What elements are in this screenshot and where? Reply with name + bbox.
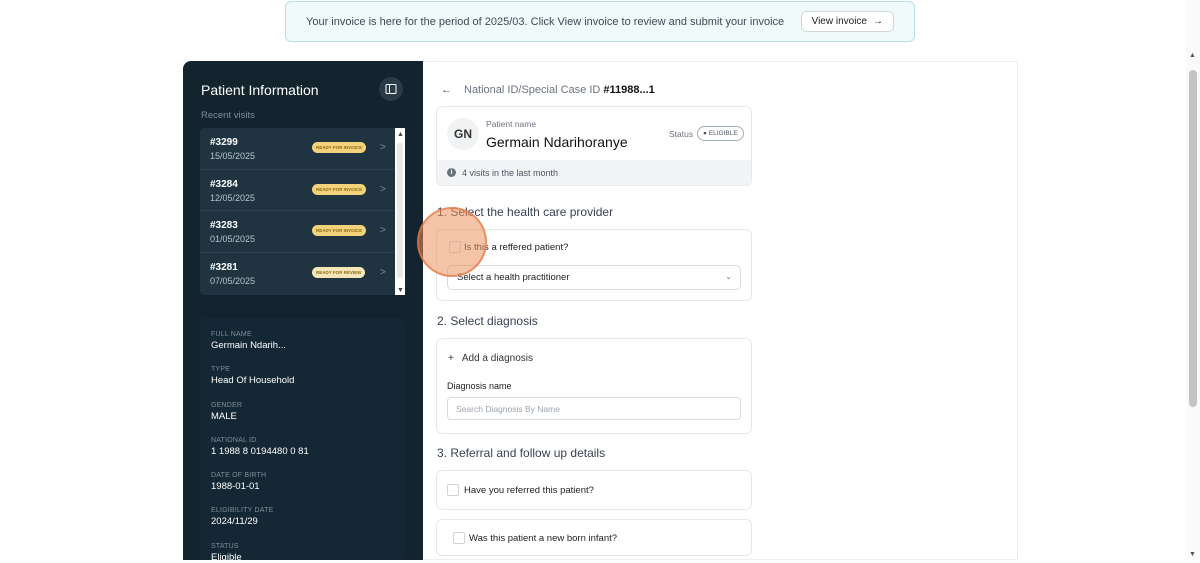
chevron-right-icon: >: [380, 225, 386, 236]
visit-date: 15/05/2025: [210, 151, 256, 161]
visit-id: #3281: [210, 261, 238, 273]
breadcrumb-prefix: National ID/Special Case ID: [464, 84, 601, 96]
detail-status: Status Eligible: [211, 543, 242, 563]
info-icon: i: [447, 168, 456, 177]
chevron-right-icon: >: [380, 266, 386, 278]
diagnosis-name-label: Diagnosis name: [447, 381, 512, 391]
visit-id: #3299: [210, 137, 238, 148]
patient-name-label: Patient name: [486, 119, 537, 129]
visit-item[interactable]: #3284 12/05/2025 READY FOR INVOICE >: [200, 170, 405, 211]
visit-status-badge: READY FOR INVOICE: [312, 142, 367, 153]
patient-card: GN Patient name Germain Ndarihoranye Sta…: [436, 106, 752, 186]
newborn-infant-label: Was this patient a new born infant?: [469, 533, 618, 544]
status-label: Status: [669, 129, 694, 139]
visit-status-badge: READY FOR INVOICE: [312, 183, 367, 195]
health-practitioner-select[interactable]: Select a health practitioner ⌄: [447, 265, 741, 290]
patient-sidebar: Patient Information Recent visits #3299 …: [183, 61, 423, 563]
visit-form: ← National ID/Special Case ID #11988...1…: [423, 61, 1018, 560]
status-badge: ● ELIGIBLE: [697, 126, 744, 141]
detail-label: National ID: [211, 437, 257, 444]
sidebar-toggle-icon: [385, 84, 397, 94]
page-scrollbar-thumb[interactable]: [1189, 70, 1197, 407]
banner-text: Your invoice is here for the period of 2…: [306, 15, 785, 28]
page-scrollbar[interactable]: ▲ ▼: [1186, 0, 1200, 560]
detail-value: MALE: [211, 411, 237, 422]
click-indicator: [417, 207, 487, 277]
detail-label: Full name: [211, 331, 252, 338]
detail-national-id: National ID 1 1988 8 0194480 0 81: [211, 437, 309, 457]
visit-status-badge: READY FOR REVIEW: [312, 266, 366, 278]
visits-scrollbar[interactable]: ▲ ▼: [395, 128, 405, 295]
sidebar-toggle-button[interactable]: [379, 77, 403, 101]
detail-label: Type: [211, 366, 231, 373]
scrollbar-thumb[interactable]: [397, 143, 403, 278]
add-diagnosis-button[interactable]: + Add a diagnosis: [448, 353, 533, 364]
chevron-right-icon: >: [380, 142, 386, 153]
visit-date: 07/05/2025: [210, 275, 256, 286]
detail-value: 1 1988 8 0194480 0 81: [211, 446, 309, 457]
visit-date: 01/05/2025: [210, 234, 256, 244]
breadcrumb-id: #11988...1: [603, 84, 655, 96]
sidebar-title: Patient Information: [201, 82, 319, 98]
referral-card: Have you referred this patient?: [436, 470, 752, 510]
recent-visits-label: Recent visits: [201, 110, 255, 121]
detail-value: Head Of Household: [211, 375, 295, 386]
visit-item[interactable]: #3281 07/05/2025 READY FOR REVIEW >: [200, 253, 405, 295]
newborn-infant-checkbox[interactable]: [453, 532, 465, 544]
breadcrumb-text: National ID/Special Case ID #11988...1: [464, 84, 655, 96]
breadcrumb: ← National ID/Special Case ID #11988...1: [441, 84, 655, 96]
arrow-right-icon: →: [873, 16, 883, 27]
view-invoice-button[interactable]: View invoice →: [800, 11, 894, 32]
detail-value: Eligible: [211, 552, 242, 563]
visit-id: #3284: [210, 178, 238, 190]
detail-label: Status: [211, 543, 239, 550]
detail-value: Germain Ndarih...: [211, 340, 286, 351]
detail-date-of-birth: Date of birth 1988-01-01: [211, 472, 266, 492]
scroll-down-icon[interactable]: ▼: [1189, 551, 1196, 558]
detail-full-name: Full name Germain Ndarih...: [211, 331, 286, 351]
avatar: GN: [447, 118, 479, 150]
visit-date: 12/05/2025: [210, 192, 256, 203]
visit-item[interactable]: #3299 15/05/2025 READY FOR INVOICE >: [200, 128, 405, 170]
detail-value: 2024/11/29: [211, 516, 258, 527]
scroll-up-icon[interactable]: ▲: [1189, 52, 1196, 59]
visits-note: i 4 visits in the last month: [437, 160, 751, 185]
diagnosis-search-input[interactable]: Search Diagnosis By Name: [447, 397, 741, 420]
chevron-right-icon: >: [380, 183, 386, 195]
detail-label: Date of birth: [211, 472, 267, 479]
diagnosis-card: + Add a diagnosis Diagnosis name Search …: [436, 338, 752, 434]
scroll-down-icon[interactable]: ▼: [397, 287, 404, 294]
visit-id: #3283: [210, 220, 238, 231]
visit-item[interactable]: #3283 01/05/2025 READY FOR INVOICE >: [200, 211, 405, 253]
detail-gender: Gender MALE: [211, 402, 242, 422]
infant-card: Was this patient a new born infant?: [436, 519, 752, 556]
status-value: ELIGIBLE: [708, 130, 738, 137]
practitioner-select-value: Select a health practitioner: [457, 272, 570, 283]
detail-value: 1988-01-01: [211, 481, 260, 492]
view-invoice-label: View invoice: [811, 16, 867, 27]
patient-name: Germain Ndarihoranye: [486, 134, 628, 150]
detail-eligibility-date: Eligibility date 2024/11/29: [211, 507, 273, 527]
patient-details-panel: Full name Germain Ndarih... Type Head Of…: [200, 318, 405, 563]
detail-type: Type Head Of Household: [211, 366, 294, 386]
section-title-referral: 3. Referral and follow up details: [437, 446, 606, 460]
referred-checkbox-label: Have you referred this patient?: [464, 485, 594, 496]
visit-status-badge: READY FOR INVOICE: [312, 225, 367, 236]
detail-label: Eligibility date: [211, 507, 274, 514]
add-diagnosis-label: Add a diagnosis: [461, 353, 534, 364]
detail-label: Gender: [211, 402, 243, 409]
scroll-up-icon[interactable]: ▲: [397, 131, 404, 138]
invoice-banner: Your invoice is here for the period of 2…: [285, 1, 915, 42]
back-arrow-icon[interactable]: ←: [441, 84, 452, 96]
visits-note-text: 4 visits in the last month: [462, 167, 559, 178]
section-title-diagnosis: 2. Select diagnosis: [437, 314, 538, 328]
plus-icon: +: [448, 353, 454, 364]
referred-checkbox[interactable]: [447, 484, 459, 496]
status-dot-icon: ●: [703, 130, 707, 137]
recent-visits-list: #3299 15/05/2025 READY FOR INVOICE > #32…: [200, 128, 405, 295]
chevron-down-icon: ⌄: [725, 272, 732, 281]
